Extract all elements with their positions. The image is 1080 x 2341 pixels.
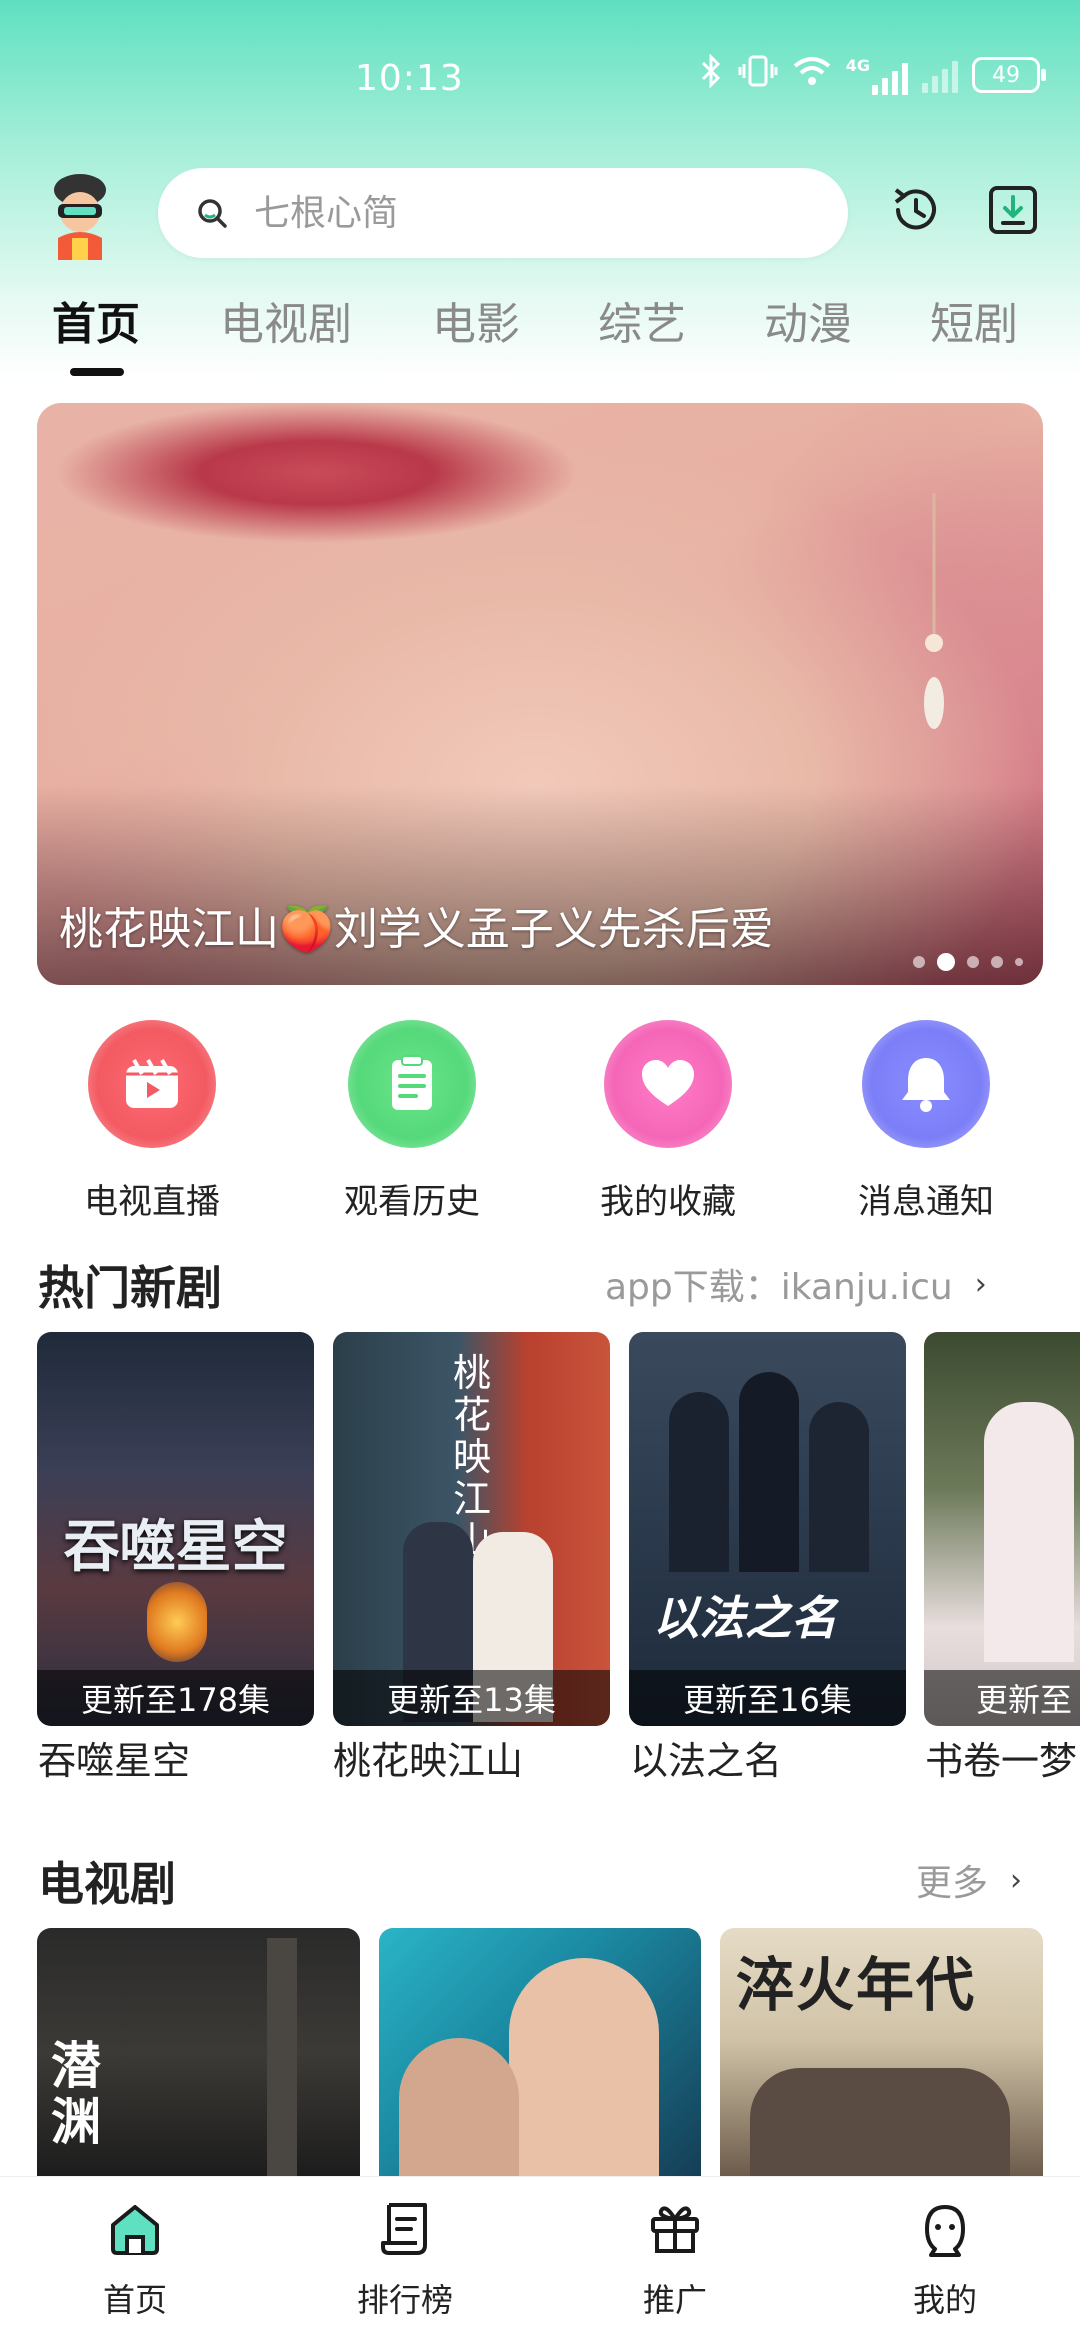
wifi-icon	[792, 54, 832, 96]
carousel-dot	[991, 956, 1003, 968]
status-time: 10:13	[355, 58, 464, 99]
search-bar[interactable]	[158, 168, 848, 258]
carousel-dot	[913, 956, 925, 968]
chevron-right-icon: ›	[974, 1266, 987, 1302]
battery-icon: 49	[972, 57, 1046, 93]
vibrate-icon	[738, 54, 778, 96]
tv-section-more[interactable]: 更多 ›	[916, 1854, 1022, 1906]
nav-home[interactable]: 首页	[55, 2199, 215, 2321]
watch-history-entry[interactable]: 观看历史	[322, 1020, 502, 1223]
banner-carousel[interactable]: 桃花映江山🍑刘学义孟子义先杀后爱	[37, 403, 1043, 985]
carousel-dot	[967, 956, 979, 968]
poster-card[interactable]: 以法之名 更新至16集	[629, 1332, 906, 1726]
tab-tv-series[interactable]: 电视剧	[220, 288, 352, 352]
nav-ranking[interactable]: 排行榜	[325, 2199, 485, 2321]
poster-title[interactable]: 以法之名	[630, 1730, 782, 1785]
poster-figure	[399, 2038, 519, 2178]
ranking-icon	[381, 2203, 427, 2255]
poster-figure	[669, 1392, 729, 1572]
gift-icon	[651, 2206, 699, 2253]
nav-promotion[interactable]: 推广	[595, 2199, 755, 2321]
favorites-entry[interactable]: 我的收藏	[578, 1020, 758, 1223]
tab-anime[interactable]: 动漫	[764, 288, 852, 352]
carousel-dot-active	[937, 953, 955, 971]
poster-figure	[147, 1582, 207, 1662]
poster-title[interactable]: 吞噬星空	[38, 1730, 190, 1785]
heart-icon	[604, 1020, 732, 1148]
user-avatar[interactable]	[40, 168, 120, 260]
poster-card[interactable]: 桃花映江山 更新至13集	[333, 1332, 610, 1726]
poster-card[interactable]: 淬火年代	[720, 1928, 1043, 2178]
tab-short-drama[interactable]: 短剧	[930, 288, 1018, 352]
history-icon[interactable]	[888, 182, 944, 238]
poster-title[interactable]: 书卷一梦	[925, 1730, 1080, 1785]
cell-signal-icon: 4G	[846, 56, 908, 95]
tab-movies[interactable]: 电影	[432, 288, 520, 352]
status-bar: 10:13 4G 49	[0, 40, 1080, 120]
poster-figure	[739, 1372, 799, 1572]
poster-card[interactable]: 更新至	[924, 1332, 1080, 1726]
poster-figure	[984, 1402, 1074, 1662]
chevron-right-icon: ›	[1010, 1862, 1023, 1898]
poster-figure	[750, 2068, 1010, 2178]
earring-decoration	[924, 493, 944, 729]
poster-figure	[509, 1958, 659, 2178]
poster-card[interactable]: 潜渊	[37, 1928, 360, 2178]
banner-title: 桃花映江山🍑刘学义孟子义先杀后爱	[59, 904, 774, 955]
poster-title[interactable]: 桃花映江山	[333, 1730, 523, 1785]
bell-icon	[862, 1020, 990, 1148]
tv-live-entry[interactable]: 电视直播	[62, 1020, 242, 1223]
hot-section-more[interactable]: app下载：ikanju.icu ›	[605, 1258, 987, 1310]
tab-variety[interactable]: 综艺	[598, 288, 686, 352]
profile-icon	[925, 2205, 965, 2257]
poster-figure	[267, 1938, 297, 2178]
bluetooth-icon	[698, 53, 724, 96]
tv-live-icon	[88, 1020, 216, 1148]
nav-profile[interactable]: 我的	[865, 2199, 1025, 2321]
tv-section-title: 电视剧	[38, 1857, 176, 1911]
active-tab-indicator	[70, 368, 124, 376]
search-icon	[198, 199, 227, 228]
poster-figure	[809, 1402, 869, 1572]
download-icon[interactable]	[985, 182, 1041, 238]
history-list-icon	[348, 1020, 476, 1148]
cell-signal-2-icon	[922, 57, 958, 93]
carousel-indicator	[913, 953, 1023, 971]
poster-card[interactable]	[379, 1928, 701, 2178]
hot-section-title: 热门新剧	[38, 1261, 222, 1315]
quick-entries: 电视直播 观看历史 我的收藏 消息通知	[0, 1020, 1080, 1223]
notifications-entry[interactable]: 消息通知	[836, 1020, 1016, 1223]
home-icon	[111, 2205, 159, 2255]
carousel-dot	[1015, 958, 1023, 966]
poster-card[interactable]: 吞噬星空 更新至178集	[37, 1332, 314, 1726]
search-input[interactable]	[252, 191, 816, 235]
status-icons: 4G 49	[698, 53, 1046, 96]
tab-home[interactable]: 首页	[52, 288, 140, 352]
bottom-navigation: 首页 排行榜 推广 我的	[0, 2176, 1080, 2341]
category-tabs: 首页 电视剧 电影 综艺 动漫 短剧	[0, 288, 1080, 378]
